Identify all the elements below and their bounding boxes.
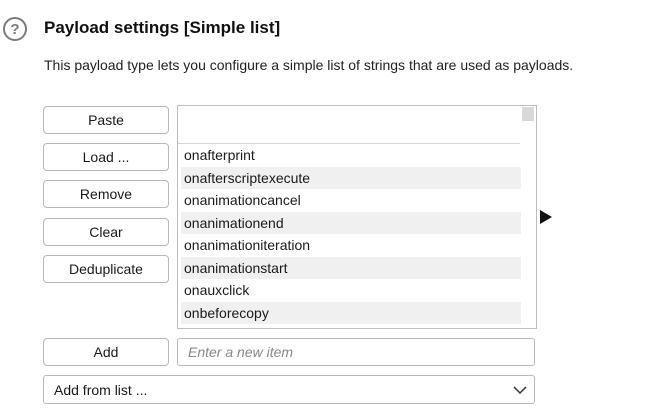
section-title: Payload settings [Simple list]	[44, 18, 281, 37]
add-button[interactable]: Add	[43, 338, 169, 366]
list-scrollbar[interactable]	[520, 106, 536, 328]
list-item[interactable]: onbeforecopy	[181, 301, 521, 324]
deduplicate-button[interactable]: Deduplicate	[43, 255, 169, 283]
scrollbar-thumb[interactable]	[522, 107, 534, 121]
list-items: onafterprint onafterscriptexecute onanim…	[181, 144, 521, 324]
arrow-right-icon	[540, 210, 552, 224]
list-item[interactable]: onanimationcancel	[181, 189, 521, 212]
section-description: This payload type lets you configure a s…	[44, 57, 574, 73]
list-item[interactable]: onafterscriptexecute	[181, 166, 521, 189]
payload-list[interactable]: onafterprint onafterscriptexecute onanim…	[177, 105, 537, 329]
paste-button[interactable]: Paste	[43, 106, 169, 134]
new-item-input[interactable]	[177, 338, 535, 366]
list-item[interactable]: onauxclick	[181, 279, 521, 302]
load-button[interactable]: Load ...	[43, 143, 169, 171]
add-from-list-select[interactable]: Add from list ...	[43, 375, 535, 404]
add-from-list-label: Add from list ...	[54, 381, 148, 398]
list-item[interactable]: onafterprint	[181, 144, 521, 167]
chevron-down-icon	[513, 386, 527, 395]
clear-button[interactable]: Clear	[43, 218, 169, 246]
list-item[interactable]: onanimationstart	[181, 256, 521, 279]
help-icon[interactable]: ?	[3, 17, 27, 41]
remove-button[interactable]: Remove	[43, 180, 169, 208]
list-item[interactable]: onanimationiteration	[181, 234, 521, 257]
list-edit-area[interactable]	[178, 106, 521, 144]
list-item[interactable]: onanimationend	[181, 211, 521, 234]
